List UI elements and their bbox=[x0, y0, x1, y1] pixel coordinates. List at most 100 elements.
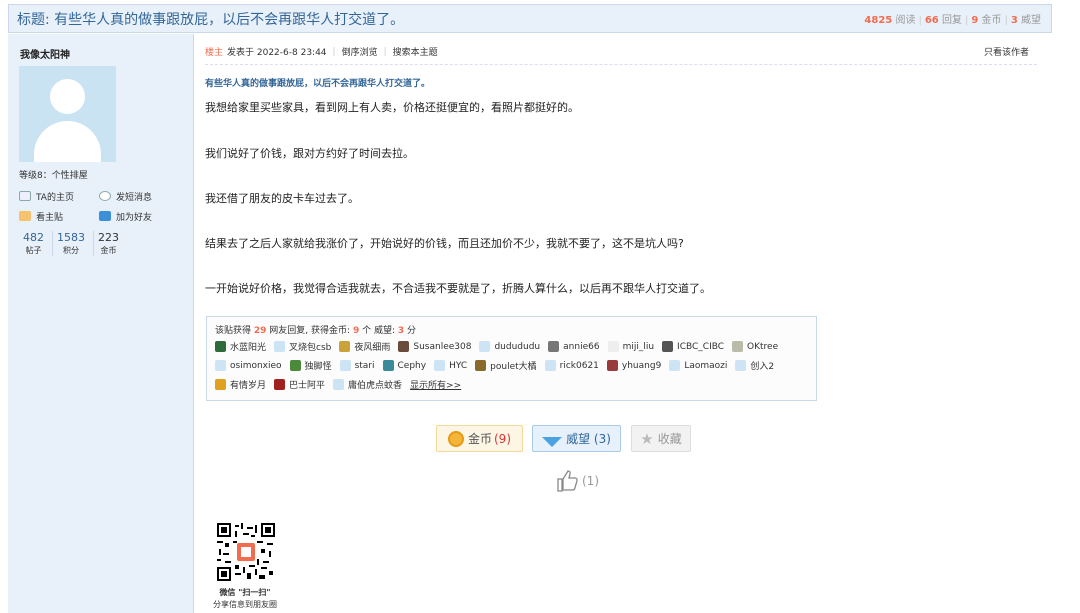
user-name: osimonxieo bbox=[230, 360, 282, 371]
user-avatar bbox=[544, 360, 556, 371]
user-avatar bbox=[274, 341, 286, 352]
user-name: 水蓝阳光 bbox=[230, 343, 267, 353]
user-name: Cephy bbox=[397, 360, 427, 371]
reward-users-row: osimonxieo 独脚怪 stari Cephy HYC poulet大橘 … bbox=[215, 357, 808, 374]
reward-user[interactable]: OKtree bbox=[732, 341, 778, 352]
reward-user[interactable]: stari bbox=[339, 360, 375, 371]
add-friend-link[interactable]: 加为好友 bbox=[99, 208, 179, 224]
user-avatar bbox=[215, 341, 226, 352]
post-meta: 楼主 发表于 2022-6-8 23:44 | 倒序浏览 | 搜索本主题 只看该… bbox=[205, 45, 1029, 59]
favorite-label: 收藏 bbox=[657, 432, 682, 446]
forum-thread-page: 标题: 有些华人真的做事跟放屁，以后不会再跟华人打交道了。 4825 阅读 | 66… bbox=[0, 0, 1080, 613]
qr-code[interactable] bbox=[217, 523, 275, 581]
reward-replies: 29 bbox=[253, 326, 267, 336]
view-main-posts-link[interactable]: 看主贴 bbox=[19, 208, 99, 224]
stat-posts[interactable]: 482 帖子 bbox=[19, 231, 53, 256]
reward-user[interactable]: HYC bbox=[434, 360, 467, 371]
thread-stats: 4825 阅读 | 66 回复 | 9 金币 | 3 威望 bbox=[864, 15, 1041, 26]
reward-text: 分 bbox=[407, 326, 417, 336]
user-name: Susanlee308 bbox=[413, 341, 472, 352]
stat-label: 金币 bbox=[100, 246, 117, 255]
author-stats: 482 帖子 1583 积分 223 金币 bbox=[19, 231, 127, 256]
reward-user[interactable]: poulet大橘 bbox=[475, 359, 537, 372]
search-topic-link[interactable]: 搜索本主题 bbox=[393, 45, 438, 58]
reward-user[interactable]: Cephy bbox=[382, 360, 427, 371]
reward-user[interactable]: annie66 bbox=[548, 341, 600, 352]
stat-value: 223 bbox=[98, 231, 119, 244]
author-name[interactable]: 我像太阳神 bbox=[20, 46, 70, 61]
gold-count: 9 bbox=[971, 15, 979, 26]
replies-count: 66 bbox=[924, 15, 939, 26]
stat-value: 1583 bbox=[57, 231, 85, 244]
reward-text: 网友回复, 获得金币: bbox=[269, 326, 351, 336]
reward-user[interactable]: 独脚怪 bbox=[289, 359, 332, 372]
reward-user[interactable]: 创入2 bbox=[735, 359, 774, 372]
weiwang-button-label: 威望 bbox=[566, 432, 591, 446]
author-sidebar: 我像太阳神 等级8：个性排屋 TA的主页 发短消息 看主贴 加为好友 482 帖子 1… bbox=[8, 34, 194, 613]
reward-user[interactable]: 水蓝阳光 bbox=[215, 340, 266, 353]
reward-user[interactable]: 夜风细雨 bbox=[339, 340, 390, 353]
reward-user[interactable]: 巴士阿平 bbox=[274, 378, 325, 391]
post-icon bbox=[19, 211, 31, 221]
gold-button-count: (9) bbox=[494, 431, 511, 446]
user-avatar bbox=[669, 360, 681, 371]
link-label: 看主贴 bbox=[36, 212, 64, 223]
user-name: miji_liu bbox=[622, 341, 655, 352]
message-icon bbox=[99, 191, 111, 201]
reward-user[interactable]: 叉烧包csb bbox=[274, 340, 331, 353]
reward-user[interactable]: osimonxieo bbox=[215, 360, 282, 371]
reward-user[interactable]: Laomaozi bbox=[669, 360, 727, 371]
send-message-link[interactable]: 发短消息 bbox=[99, 188, 179, 204]
reward-summary: 该贴获得 29 网友回复, 获得金币: 9 个 威望: 3 分 bbox=[215, 323, 808, 336]
qr-caption-line2: 分享信息到朋友圈 bbox=[213, 600, 277, 609]
reward-users-row: 有情岁月 巴士阿平 庸伯虎点蚊香 显示所有>> bbox=[215, 376, 808, 393]
user-avatar bbox=[662, 341, 674, 352]
reward-user[interactable]: miji_liu bbox=[607, 341, 655, 352]
gold-button-label: 金币 bbox=[467, 432, 492, 446]
reward-user[interactable]: 有情岁月 bbox=[215, 378, 266, 391]
reward-text: 个 威望: bbox=[362, 326, 395, 336]
user-name: HYC bbox=[449, 360, 468, 371]
author-home-link[interactable]: TA的主页 bbox=[19, 188, 99, 204]
reward-user[interactable]: rick0621 bbox=[544, 360, 599, 371]
home-icon bbox=[19, 191, 31, 201]
stat-label: 积分 bbox=[63, 246, 79, 255]
reward-user[interactable]: Susanlee308 bbox=[398, 341, 471, 352]
qr-caption-line1: 微信 "扫一扫" bbox=[219, 588, 271, 597]
reward-user[interactable]: 庸伯虎点蚊香 bbox=[333, 378, 402, 391]
gold-label: 金币 bbox=[981, 15, 1002, 26]
user-avatar bbox=[607, 341, 619, 352]
gold-reward-button[interactable]: 金币 (9) bbox=[436, 425, 523, 452]
avatar[interactable] bbox=[19, 66, 116, 162]
user-avatar bbox=[215, 379, 226, 390]
like-button[interactable]: (1) bbox=[556, 469, 599, 493]
favorite-button[interactable]: ★ 收藏 bbox=[631, 425, 691, 452]
reward-user[interactable]: yhuang9 bbox=[606, 360, 661, 371]
stat-points[interactable]: 1583 积分 bbox=[53, 231, 94, 256]
reward-box: 该贴获得 29 网友回复, 获得金币: 9 个 威望: 3 分 水蓝阳光 叉烧包… bbox=[206, 316, 817, 401]
user-avatar bbox=[333, 379, 345, 390]
post-paragraph: 我想给家里买些家具，看到网上有人卖，价格还挺便宜的，看照片都挺好的。 bbox=[205, 101, 579, 114]
reverse-browse-link[interactable]: 倒序浏览 bbox=[342, 45, 378, 58]
link-label: TA的主页 bbox=[36, 192, 74, 203]
reward-user[interactable]: ICBC_CIBC bbox=[662, 341, 724, 352]
user-avatar bbox=[606, 360, 618, 371]
reward-user[interactable]: dudududu bbox=[479, 341, 540, 352]
qr-caption: 微信 "扫一扫" 分享信息到朋友圈 bbox=[205, 587, 285, 611]
reward-text: 该贴获得 bbox=[215, 326, 252, 336]
post-date: 发表于 2022-6-8 23:44 bbox=[227, 48, 327, 58]
thumbs-up-icon bbox=[557, 470, 578, 492]
replies-label: 回复 bbox=[941, 15, 962, 26]
stat-value: 482 bbox=[23, 231, 44, 244]
author-level: 等级8：个性排屋 bbox=[19, 171, 88, 181]
user-avatar bbox=[732, 341, 744, 352]
show-all-link[interactable]: 显示所有>> bbox=[410, 378, 461, 391]
user-name: annie66 bbox=[563, 341, 600, 352]
weiwang-button[interactable]: 威望 (3) bbox=[532, 425, 621, 452]
user-name: Laomaozi bbox=[684, 360, 728, 371]
only-author-link[interactable]: 只看该作者 bbox=[984, 45, 1029, 58]
thread-title-bar: 标题: 有些华人真的做事跟放屁，以后不会再跟华人打交道了。 4825 阅读 | 66… bbox=[8, 4, 1052, 33]
link-label: 发短消息 bbox=[116, 192, 153, 203]
user-avatar bbox=[475, 360, 487, 371]
add-friend-icon bbox=[99, 211, 111, 221]
